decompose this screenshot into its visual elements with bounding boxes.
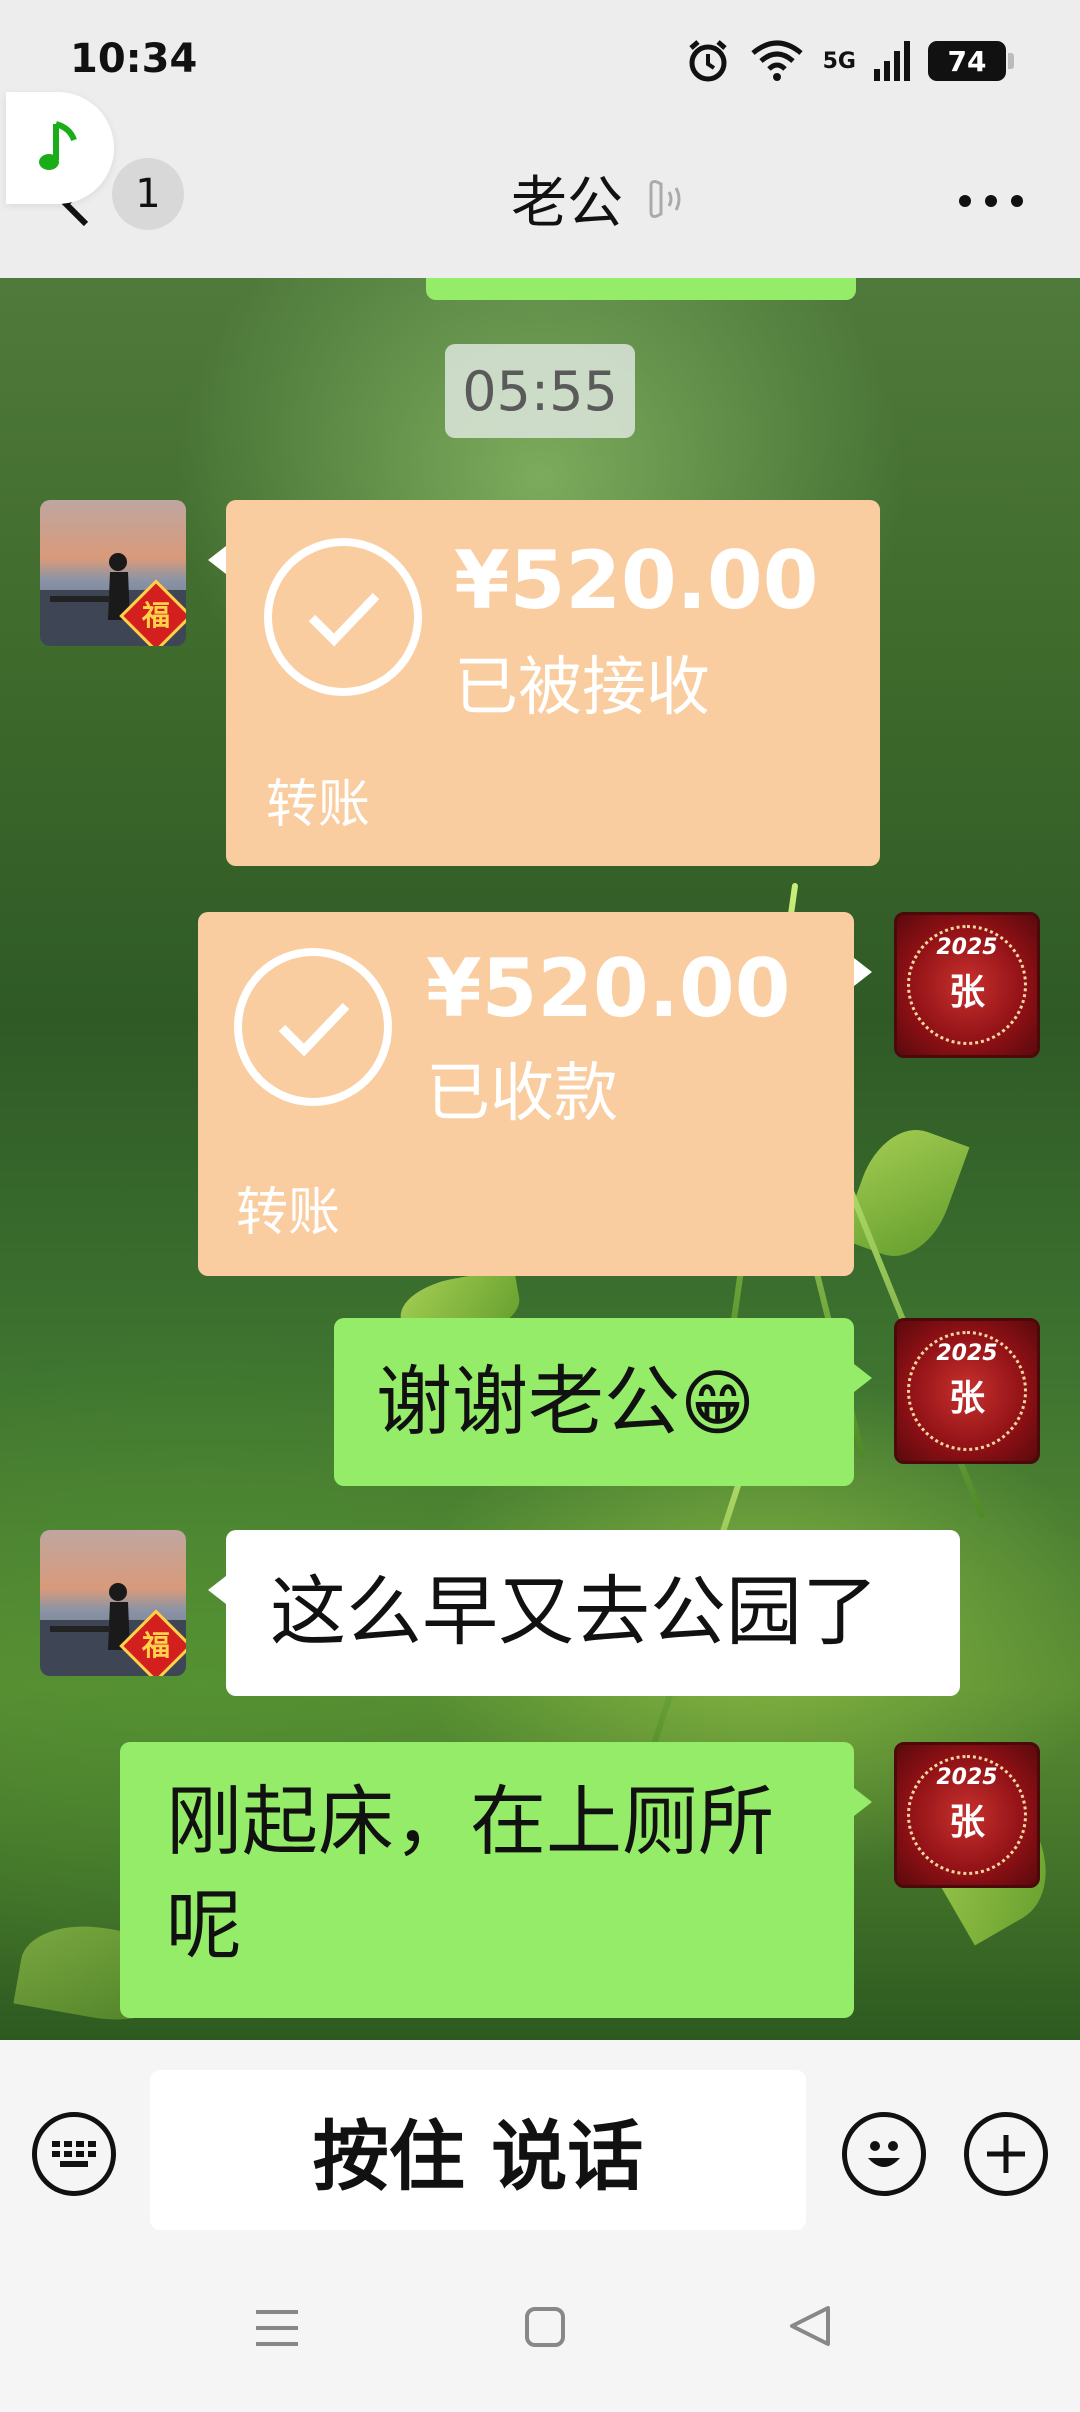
- check-circle-icon: [234, 948, 392, 1106]
- network-type: 5G: [822, 48, 856, 74]
- background-leaf: [840, 1116, 970, 1270]
- fu-badge-text: 福: [141, 1629, 170, 1662]
- message-bubble-reply[interactable]: 刚起床，在上厕所 呢: [120, 1742, 872, 2018]
- avatar-husband[interactable]: 福: [40, 1530, 186, 1676]
- message-timestamp: 05:55: [445, 344, 635, 438]
- fu-badge-text: 福: [141, 599, 170, 632]
- message-bubble-husband[interactable]: 这么早又去公园了: [208, 1530, 960, 1696]
- status-icons: 5G 74: [685, 36, 1014, 86]
- message-text-line2: 呢: [166, 1881, 242, 1970]
- smiley-icon: [868, 2141, 900, 2167]
- more-actions-button[interactable]: [964, 2112, 1048, 2196]
- message-text: 这么早又去公园了: [270, 1567, 878, 1656]
- chat-message-area[interactable]: 05:55 福 ¥520.00 已被接收 转账 ¥520.00 已收款 转账 2…: [0, 278, 1080, 2040]
- grin-emoji-icon: 😁: [680, 1361, 756, 1445]
- keyboard-icon: [52, 2141, 96, 2167]
- previous-message-bubble[interactable]: [426, 278, 856, 300]
- checkmark-icon: [278, 1002, 350, 1057]
- checkmark-icon: [308, 592, 380, 647]
- check-circle-icon: [264, 538, 422, 696]
- transfer-label: 转账: [266, 775, 371, 835]
- chat-header: 1 老公: [0, 120, 1080, 278]
- avatar-husband[interactable]: 福: [40, 500, 186, 646]
- music-note-icon: [39, 121, 77, 170]
- avatar-me[interactable]: 2025 张: [894, 1742, 1040, 1888]
- message-bubble-thanks[interactable]: 谢谢老公😁: [334, 1318, 872, 1486]
- avatar-me[interactable]: 2025 张: [894, 1318, 1040, 1464]
- transfer-bubble-received[interactable]: ¥520.00 已被接收 转账: [208, 500, 880, 866]
- message-text: 谢谢老公😁: [376, 1352, 755, 1453]
- more-options-button[interactable]: [958, 170, 1024, 210]
- input-bar: 按住 说话: [0, 2040, 1080, 2240]
- status-time: 10:34: [70, 36, 198, 82]
- message-text-body: 谢谢老公: [376, 1357, 680, 1446]
- transfer-amount: ¥520.00: [454, 534, 819, 627]
- home-nav-icon[interactable]: [524, 2306, 566, 2348]
- status-bar: 10:34 5G 74: [0, 0, 1080, 120]
- system-nav-bar: [0, 2240, 1080, 2412]
- battery-indicator: 74: [928, 41, 1014, 81]
- avatar-year: 2025: [936, 935, 998, 960]
- transfer-bubble-collected[interactable]: ¥520.00 已收款 转账: [198, 912, 872, 1276]
- avatar-char: 张: [948, 1378, 985, 1419]
- keyboard-toggle-button[interactable]: [32, 2112, 116, 2196]
- avatar-year: 2025: [936, 1341, 998, 1366]
- transfer-label: 转账: [236, 1183, 341, 1243]
- page-title: 老公: [511, 171, 623, 236]
- signal-icon: [874, 41, 910, 81]
- chat-title-wrap: 老公: [0, 158, 1080, 239]
- transfer-status: 已收款: [426, 1057, 618, 1131]
- avatar-me[interactable]: 2025 张: [894, 912, 1040, 1058]
- back-nav-icon[interactable]: [788, 2304, 832, 2348]
- emoji-button[interactable]: [842, 2112, 926, 2196]
- alarm-icon: [688, 40, 727, 82]
- message-text-line1: 刚起床，在上厕所: [166, 1777, 774, 1866]
- transfer-amount: ¥520.00: [426, 942, 791, 1035]
- more-dots-icon: [959, 195, 1023, 207]
- wifi-icon: [751, 40, 803, 81]
- avatar-char: 张: [948, 972, 985, 1013]
- avatar-char: 张: [948, 1802, 985, 1843]
- menu-nav-icon[interactable]: [254, 2308, 300, 2348]
- avatar-year: 2025: [936, 1765, 998, 1790]
- floating-music-widget[interactable]: [6, 92, 114, 204]
- transfer-status: 已被接收: [454, 651, 710, 725]
- plus-icon: [987, 2135, 1025, 2173]
- earpiece-mode-icon: [649, 179, 681, 218]
- hold-to-talk-button[interactable]: 按住 说话: [150, 2070, 806, 2230]
